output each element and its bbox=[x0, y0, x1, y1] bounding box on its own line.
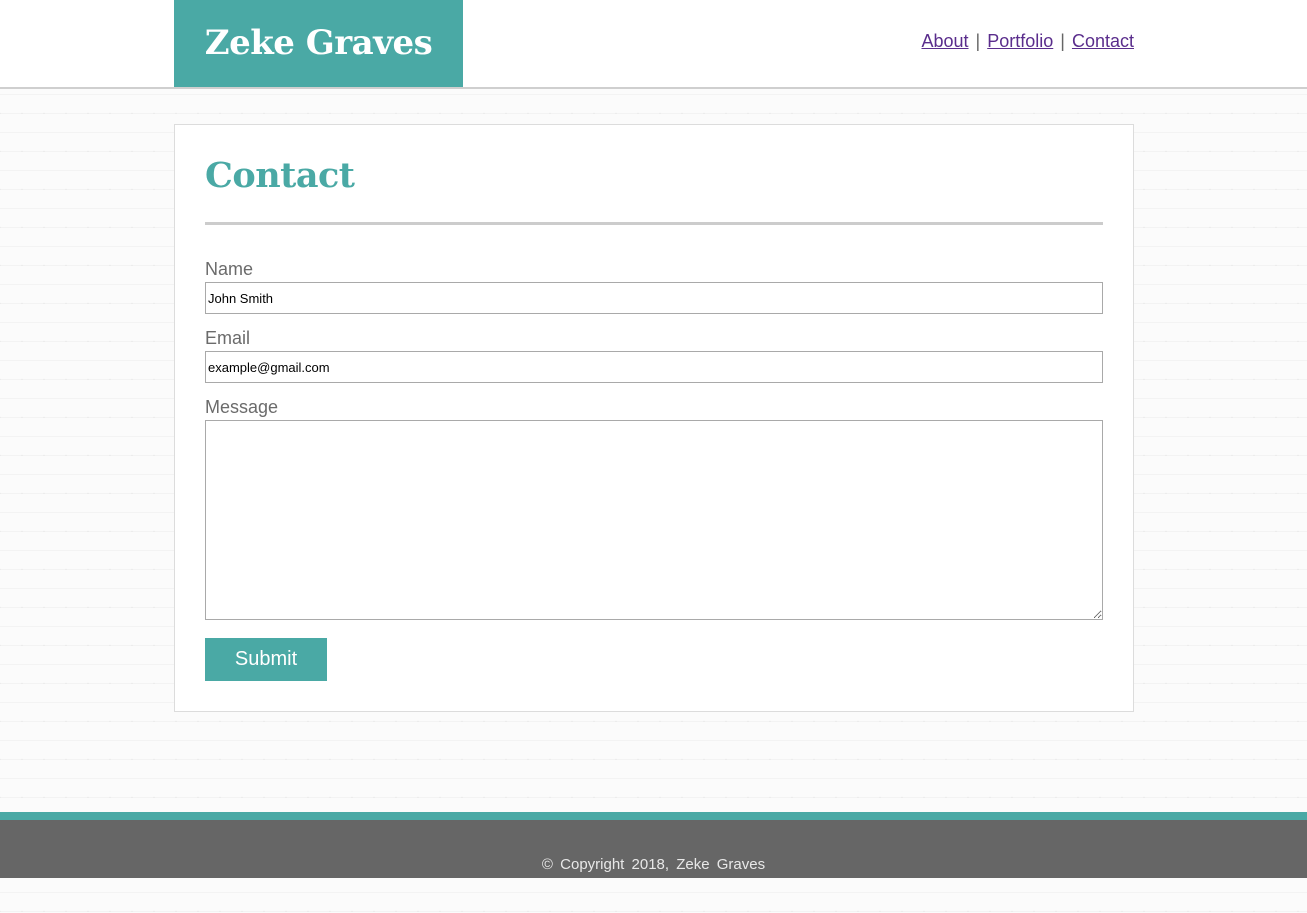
footer-accent-bar bbox=[0, 812, 1307, 820]
nav-separator: | bbox=[1060, 31, 1065, 51]
name-input[interactable] bbox=[205, 282, 1103, 314]
site-logo[interactable]: Zeke Graves bbox=[174, 0, 463, 87]
submit-button[interactable]: Submit bbox=[205, 638, 327, 681]
copyright-text: © Copyright 2018, Zeke Graves bbox=[541, 856, 766, 873]
title-divider bbox=[205, 222, 1103, 225]
message-textarea[interactable] bbox=[205, 420, 1103, 620]
message-label: Message bbox=[205, 397, 279, 417]
nav-link-about[interactable]: About bbox=[921, 31, 968, 51]
nav-link-contact[interactable]: Contact bbox=[1072, 31, 1134, 51]
main-nav: About | Portfolio | Contact bbox=[921, 31, 1134, 52]
site-footer: © Copyright 2018, Zeke Graves bbox=[0, 820, 1307, 878]
email-input[interactable] bbox=[205, 351, 1103, 383]
contact-card: Contact Name Email Message Submit bbox=[174, 124, 1134, 712]
nav-separator: | bbox=[975, 31, 981, 51]
page-title: Contact bbox=[205, 155, 355, 196]
nav-link-portfolio[interactable]: Portfolio bbox=[987, 31, 1053, 51]
email-label: Email bbox=[205, 328, 251, 348]
site-header: Zeke Graves About | Portfolio | Contact bbox=[0, 0, 1307, 89]
name-label: Name bbox=[205, 259, 254, 279]
